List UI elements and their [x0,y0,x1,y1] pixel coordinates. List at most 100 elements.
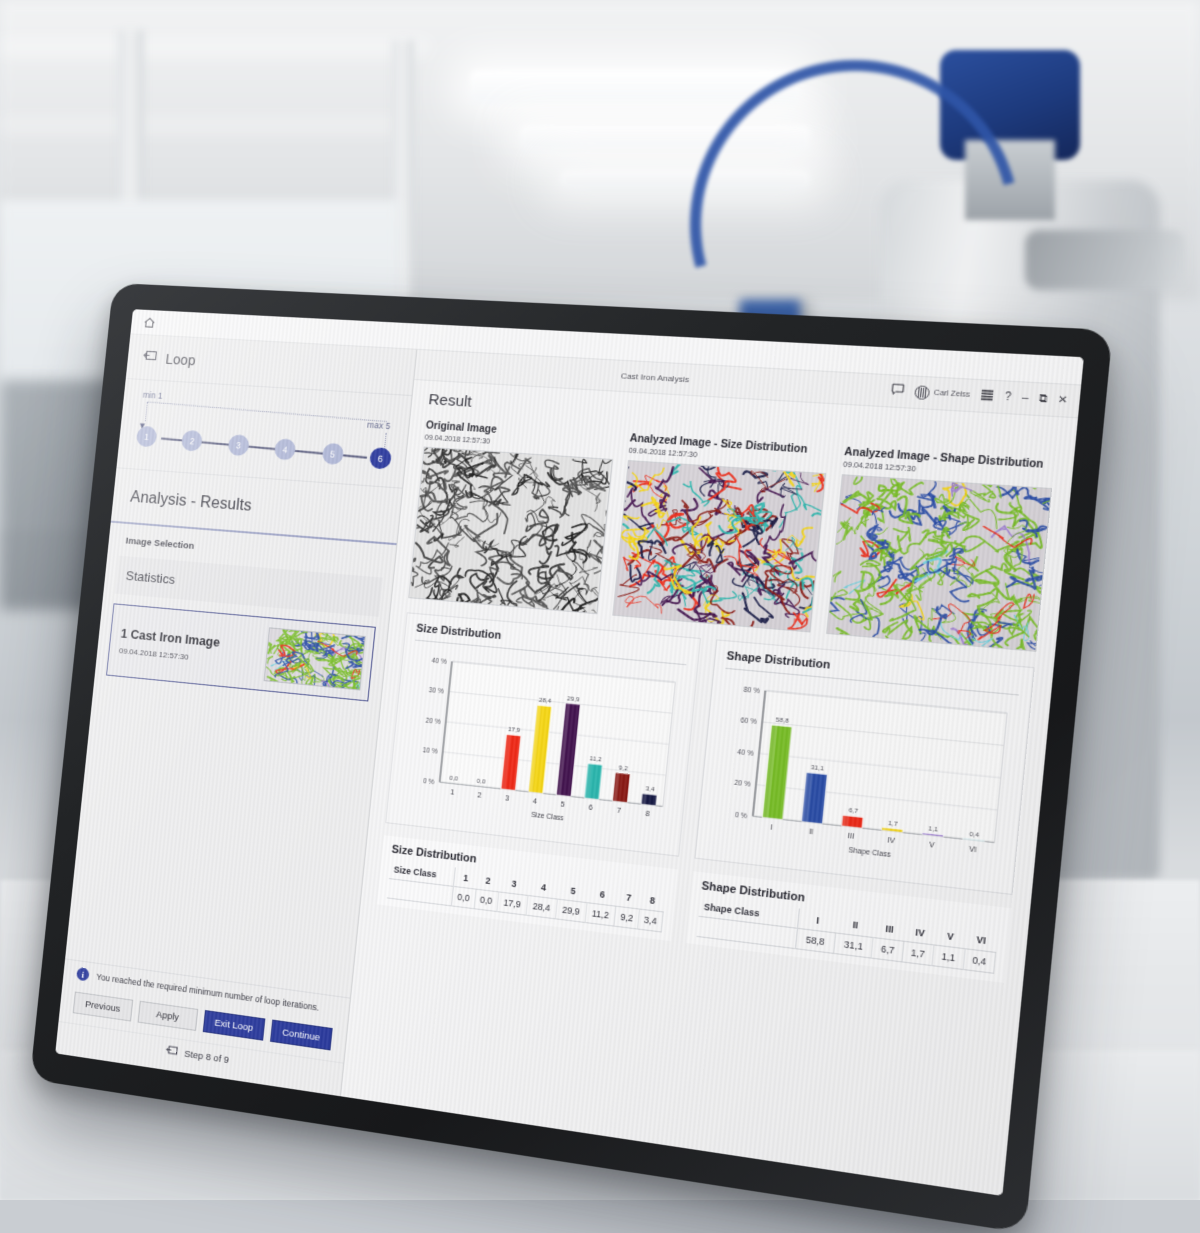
loop-step-2[interactable]: 2 [181,430,204,452]
table-cell: 17,9 [496,892,527,915]
svg-text:31,1: 31,1 [810,765,824,773]
size-distribution-chart-card: Size Distribution 0 %10 %20 %30 %40 %0,0… [385,612,701,857]
svg-text:Size Class: Size Class [531,812,564,823]
shape-distribution-chart[interactable]: 0 %20 %40 %60 %80 %58,8I31,1II6,7III1,7I… [708,673,1019,880]
svg-text:1,1: 1,1 [928,826,938,834]
table-cell: 0,0 [474,889,499,911]
svg-text:6,7: 6,7 [848,808,858,816]
image-panels-row: Original Image 09.04.2018 12:57:30 Analy… [408,420,1055,652]
shape-distribution-chart-card: Shape Distribution 0 %20 %40 %60 %80 %58… [694,639,1034,895]
svg-text:IV: IV [887,837,896,846]
home-icon[interactable] [142,315,157,329]
svg-text:0,0: 0,0 [476,779,486,786]
svg-text:V: V [929,841,936,849]
svg-text:0,0: 0,0 [449,776,459,783]
svg-text:6: 6 [588,804,593,812]
table-cell: 11,2 [585,903,616,926]
svg-text:II: II [809,828,814,836]
svg-text:3,4: 3,4 [645,786,655,794]
loop-step-1[interactable]: 1 [135,425,157,447]
svg-text:60 %: 60 % [740,717,757,726]
image-panel-size: Analyzed Image - Size Distribution 09.04… [612,433,829,632]
svg-text:1: 1 [450,789,455,797]
microscope-arm [1025,230,1185,290]
sidebar-title: Loop [165,351,196,368]
step-counter-text: Step 8 of 9 [184,1048,230,1066]
image-card-text: 1 Cast Iron Image 09.04.2018 12:57:30 [117,614,261,680]
loop-icon [142,348,158,366]
svg-text:1,7: 1,7 [888,820,898,828]
svg-text:0,4: 0,4 [969,831,980,839]
continue-button[interactable]: Continue [270,1019,333,1050]
workspace: Loop min 1 max 5 ▾ 1 2 3 4 5 [55,334,1081,1196]
zeiss-logo: Carl Zeiss [914,385,971,402]
tablet-device: Loop min 1 max 5 ▾ 1 2 3 4 5 [30,283,1113,1233]
svg-text:III: III [847,832,854,840]
svg-text:11,2: 11,2 [589,756,602,764]
svg-text:3: 3 [505,795,510,803]
svg-text:29,9: 29,9 [567,696,580,704]
svg-text:40 %: 40 % [737,749,754,758]
svg-text:10 %: 10 % [422,747,438,756]
sidebar-spacer [65,674,380,997]
zeiss-mark-icon [914,385,930,400]
table-cell: 9,2 [614,906,640,929]
svg-text:0 %: 0 % [735,812,748,821]
size-distribution-chart[interactable]: 0 %10 %20 %30 %40 %0,010,0217,9328,4429,… [398,645,686,843]
image-panel-original: Original Image 09.04.2018 12:57:30 [408,420,615,614]
svg-text:2: 2 [477,792,482,800]
minimize-button[interactable]: – [1021,393,1029,404]
loop-range-drop-right [384,433,387,449]
min-label: min 1 [142,390,163,401]
micrograph-original[interactable] [408,447,612,615]
svg-text:VI: VI [969,845,978,854]
svg-text:4: 4 [532,798,537,806]
svg-text:17,9: 17,9 [508,727,521,735]
svg-text:8: 8 [645,810,650,818]
zeiss-brand-name: Carl Zeiss [934,390,971,400]
micrograph-shape-distribution[interactable] [826,474,1052,652]
table-cell: 31,1 [833,933,873,958]
table-cell: 1,7 [902,941,934,965]
loop-icon [164,1044,178,1060]
window-tools: Carl Zeiss ? – ⧉ ✕ [890,381,1069,410]
restore-button[interactable]: ⧉ [1038,394,1047,405]
svg-text:30 %: 30 % [428,687,444,696]
svg-text:0 %: 0 % [423,778,435,787]
svg-text:9,2: 9,2 [618,765,628,772]
ceiling-beam [0,120,400,130]
svg-text:5: 5 [560,801,565,809]
apply-button[interactable]: Apply [137,1001,198,1031]
svg-text:7: 7 [617,807,622,815]
table-cell: 58,8 [795,928,835,953]
table-cell: 0,0 [451,886,476,908]
loop-step-3[interactable]: 3 [227,434,250,457]
close-button[interactable]: ✕ [1057,395,1068,406]
image-card-thumbnail [264,627,366,690]
menu-icon[interactable] [980,386,996,406]
loop-step-4[interactable]: 4 [274,438,297,461]
chat-icon[interactable] [890,381,906,401]
svg-text:58,8: 58,8 [775,718,790,726]
table-cell: 3,4 [638,909,664,932]
previous-button[interactable]: Previous [73,992,133,1022]
svg-text:20 %: 20 % [425,717,441,726]
svg-text:40 %: 40 % [431,657,447,666]
image-panel-shape: Analyzed Image - Shape Distribution 09.0… [826,447,1055,652]
tablet-screen: Loop min 1 max 5 ▾ 1 2 3 4 5 [55,309,1084,1196]
help-button[interactable]: ? [1004,392,1012,403]
ceiling-beam [0,40,430,54]
exit-loop-button[interactable]: Exit Loop [203,1010,265,1041]
table-cell: 28,4 [526,895,557,918]
loop-step-5[interactable]: 5 [321,442,344,465]
loop-step-6[interactable]: 6 [369,447,393,470]
svg-text:20 %: 20 % [734,780,751,789]
table-cell: 29,9 [555,899,587,922]
svg-text:I: I [770,824,773,832]
main-panel: Cast Iron Analysis Carl Zeiss ? [341,350,1081,1196]
table-cell: 1,1 [932,945,965,969]
table-cell: 0,4 [963,949,996,974]
info-icon: i [76,967,89,981]
micrograph-size-distribution[interactable] [612,460,827,633]
svg-text:Shape Class: Shape Class [848,847,891,859]
